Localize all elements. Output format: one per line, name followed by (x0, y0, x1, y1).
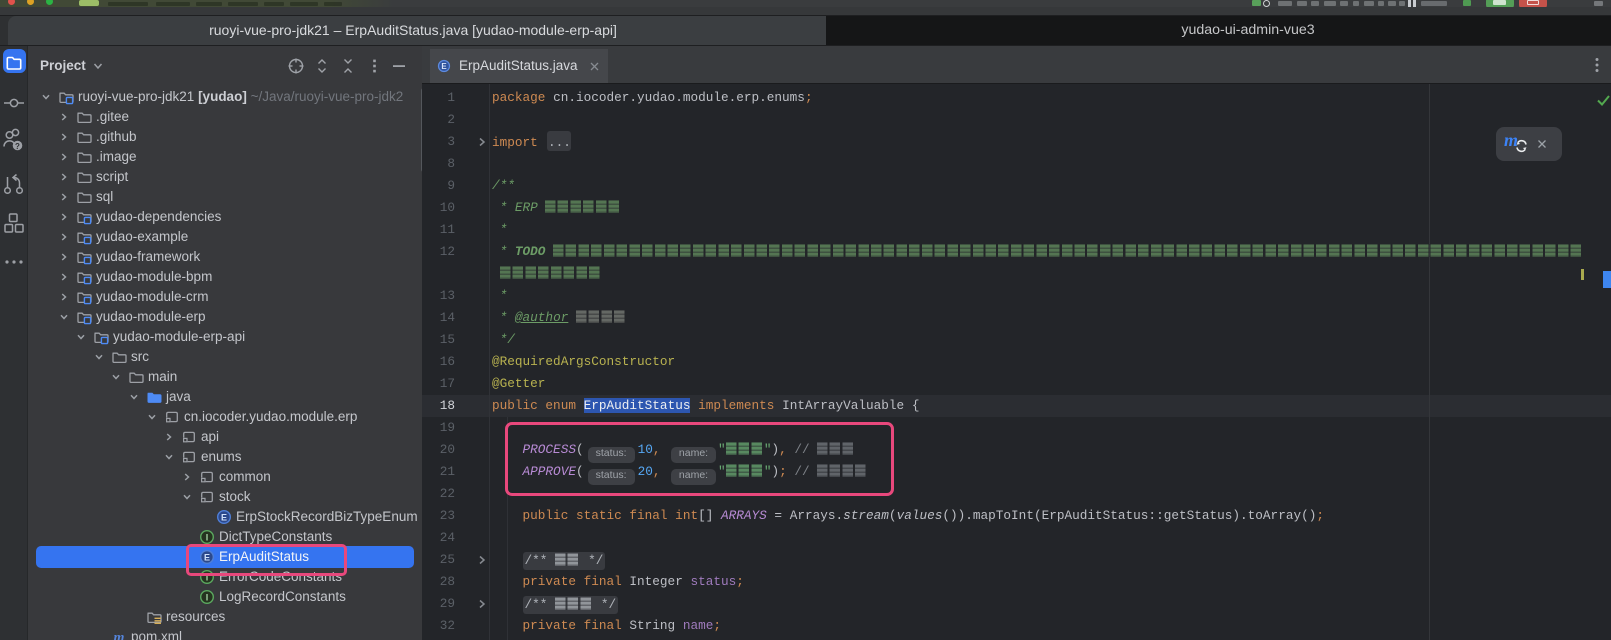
svg-text:E: E (441, 62, 446, 71)
svg-text:m: m (114, 631, 125, 640)
svg-text:I: I (206, 592, 209, 602)
svg-text:E: E (221, 512, 227, 522)
svg-text:?: ? (15, 142, 20, 151)
svg-text:I: I (206, 532, 209, 542)
